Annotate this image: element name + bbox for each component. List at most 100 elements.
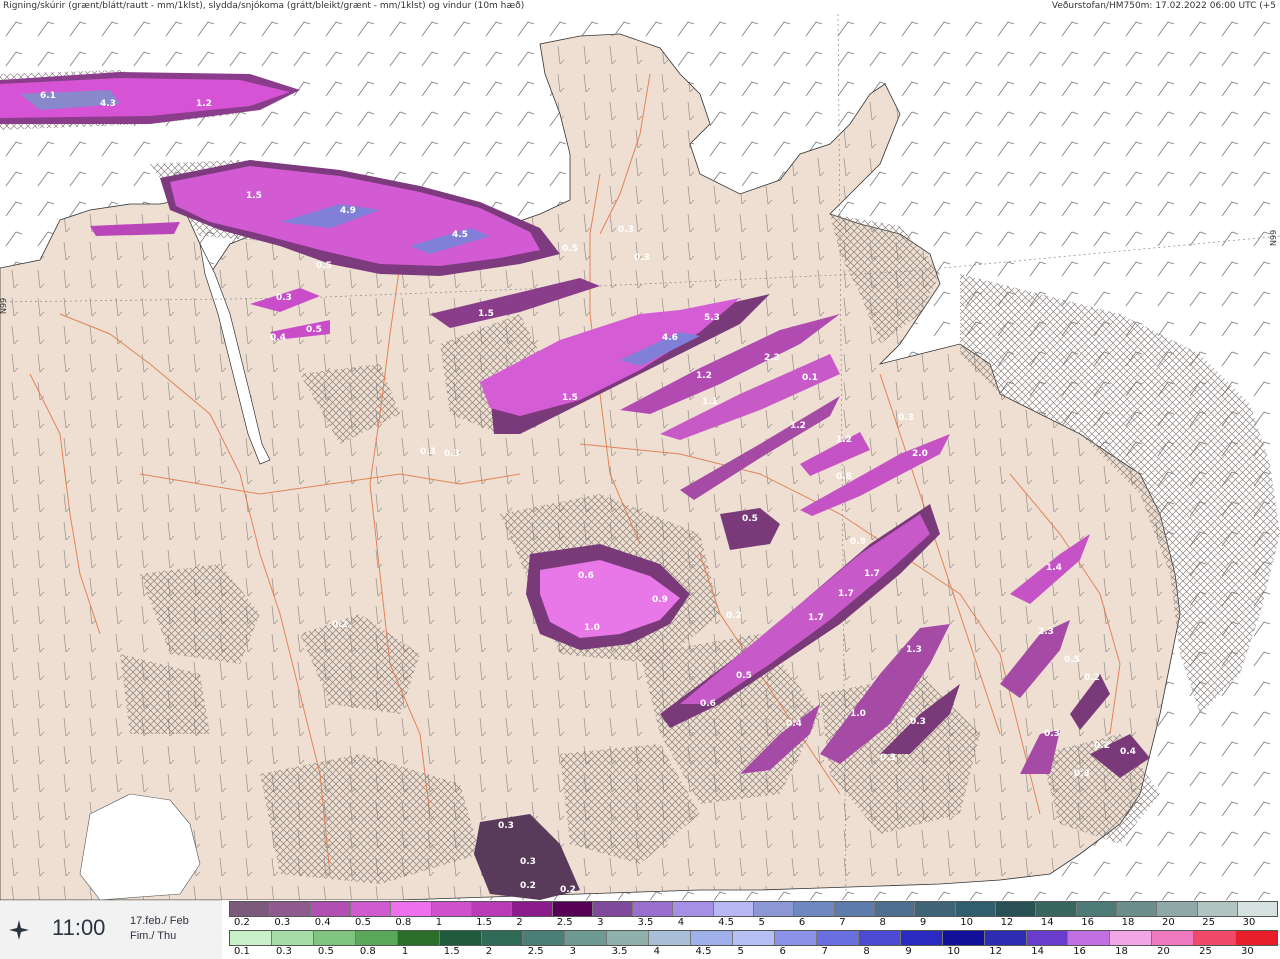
scale-swatch — [1116, 902, 1158, 916]
scale-swatch — [900, 931, 943, 945]
precip-label: 0.4 — [1120, 747, 1136, 757]
precip-label: 1.7 — [838, 589, 854, 599]
scale-tick-label: 3 — [597, 917, 604, 928]
scale-swatch — [649, 931, 692, 945]
snow-tick-labels: 0.2 0.3 0.4 0.5 0.8 1 1.5 2 2.5 3 3.5 4 4.5 5 6 7 8 9 10 12… — [229, 917, 1278, 929]
scale-swatch — [754, 902, 795, 916]
scale-swatch — [942, 931, 985, 945]
scale-tick-label: 3 — [569, 946, 577, 957]
precip-label: 1.0 — [850, 709, 866, 719]
precip-label: 0.2 — [726, 611, 742, 621]
scale-tick-label: 7 — [821, 946, 828, 957]
scale-tick-label: 25 — [1202, 917, 1216, 928]
precip-label: 0.8 — [836, 472, 852, 482]
precip-label: 0.2 — [1094, 741, 1110, 751]
scale-swatch — [355, 931, 398, 945]
precip-label: 0.3 — [138, 815, 154, 825]
scale-tick-label: 30 — [1241, 946, 1254, 957]
scale-swatch — [270, 902, 311, 916]
scale-tick-label: 0.2 — [234, 917, 250, 928]
scale-tick-label: 2.5 — [527, 946, 544, 957]
scale-tick-label: 30 — [1242, 917, 1256, 928]
precip-label: 4.9 — [340, 206, 356, 216]
precip-label: 5.3 — [704, 313, 720, 323]
scale-swatch — [1197, 902, 1238, 916]
precip-label: 0.5 — [562, 244, 578, 254]
scale-tick-label: 4.5 — [695, 946, 712, 957]
scale-swatch — [774, 931, 817, 945]
precip-label: 0.4 — [270, 333, 286, 343]
precip-label: 0.5 — [742, 514, 758, 524]
precip-label: 0.4 — [786, 719, 802, 729]
rain-color-scale: 0.1 0.3 0.5 0.8 1 1.5 2 2.5 3 3.5 4 4.5 5 6 7 8 9 10 12 14 1… — [229, 930, 1278, 958]
precip-label: 1.7 — [808, 613, 824, 623]
precip-label: 0.3 — [498, 821, 514, 831]
scale-swatch — [1076, 902, 1117, 916]
precip-label: 1.2 — [196, 99, 212, 109]
scale-swatch — [552, 902, 593, 916]
scale-tick-label: 1.5 — [476, 917, 492, 928]
scale-tick-label: 20 — [1157, 946, 1170, 957]
scale-swatch — [431, 902, 472, 916]
precip-label: 1.5 — [478, 309, 494, 319]
scale-tick-label: 2 — [485, 946, 493, 957]
scale-tick-label: 10 — [947, 946, 961, 957]
valid-date-line1: 17.feb./ Feb — [130, 915, 189, 927]
precip-label: 0.2 — [332, 620, 348, 630]
scale-swatch — [733, 931, 775, 945]
scale-swatch — [1194, 931, 1237, 945]
precip-label: 0.3 — [276, 293, 292, 303]
scale-tick-label: 2.5 — [556, 917, 573, 928]
scale-swatch — [1068, 931, 1111, 945]
precip-label: 1.2 — [790, 421, 806, 431]
scale-tick-label: 7 — [839, 917, 846, 928]
precip-label: 4.3 — [100, 99, 116, 109]
scale-tick-label: 5 — [758, 917, 765, 928]
scale-swatch — [955, 902, 996, 916]
precip-label: 0.6 — [700, 699, 716, 709]
precip-label: 0.3 — [444, 449, 460, 459]
precip-label: 0.9 — [652, 595, 668, 605]
scale-tick-label: 0.5 — [355, 917, 371, 928]
scale-tick-label: 5 — [737, 946, 744, 957]
precip-label: 4.6 — [662, 333, 678, 343]
scale-tick-label: 8 — [879, 917, 886, 928]
model-run-info: Veðurstofan/HM750m: 17.02.2022 06:00 UTC… — [1051, 1, 1276, 11]
scale-swatch — [523, 931, 566, 945]
precip-label: 1.2 — [696, 371, 712, 381]
precip-label: 1.7 — [864, 569, 880, 579]
scale-tick-label: 0.3 — [275, 946, 292, 957]
precip-label: 0.2 — [560, 885, 576, 895]
precip-label: 2.3 — [1038, 627, 1054, 637]
scale-tick-label: 8 — [863, 946, 870, 957]
scale-swatch — [691, 931, 734, 945]
scale-swatch — [310, 902, 351, 916]
scale-swatch — [397, 931, 440, 945]
scale-swatch — [834, 902, 875, 916]
scale-tick-label: 4 — [677, 917, 685, 928]
scale-swatch — [565, 931, 608, 945]
precip-label: 0.3 — [520, 857, 536, 867]
legend-description: Rigning/skúrir (grænt/blátt/rautt - mm/1… — [3, 1, 525, 11]
scale-swatch — [230, 902, 271, 916]
scale-tick-label: 12 — [1000, 917, 1014, 928]
precip-label: 0.3 — [634, 253, 650, 263]
graticule-label-west: N99 — [0, 298, 8, 314]
scale-swatch — [1157, 902, 1198, 916]
map-header: Rigning/skúrir (grænt/blátt/rautt - mm/1… — [0, 0, 1280, 14]
scale-swatch — [1236, 931, 1278, 945]
scale-tick-label: 18 — [1121, 917, 1135, 928]
precip-label: 2.2 — [764, 353, 780, 363]
scale-swatch — [439, 931, 482, 945]
scale-swatch — [1026, 931, 1069, 945]
valid-date-line2: Fim./ Thu — [130, 930, 177, 942]
precipitation-map: N99 N99 6.1 4.3 1.2 1.5 4.9 4.5 0.5 0.3 … — [0, 14, 1280, 900]
scale-swatch — [858, 931, 901, 945]
scale-swatch — [607, 931, 650, 945]
scale-swatch — [350, 902, 392, 916]
scale-tick-label: 0.5 — [317, 946, 334, 957]
compass-star-icon[interactable] — [8, 919, 30, 941]
precip-label: 0.3 — [1044, 729, 1060, 739]
precip-label: 6.1 — [40, 91, 56, 101]
precip-label: 1.4 — [1046, 563, 1062, 573]
